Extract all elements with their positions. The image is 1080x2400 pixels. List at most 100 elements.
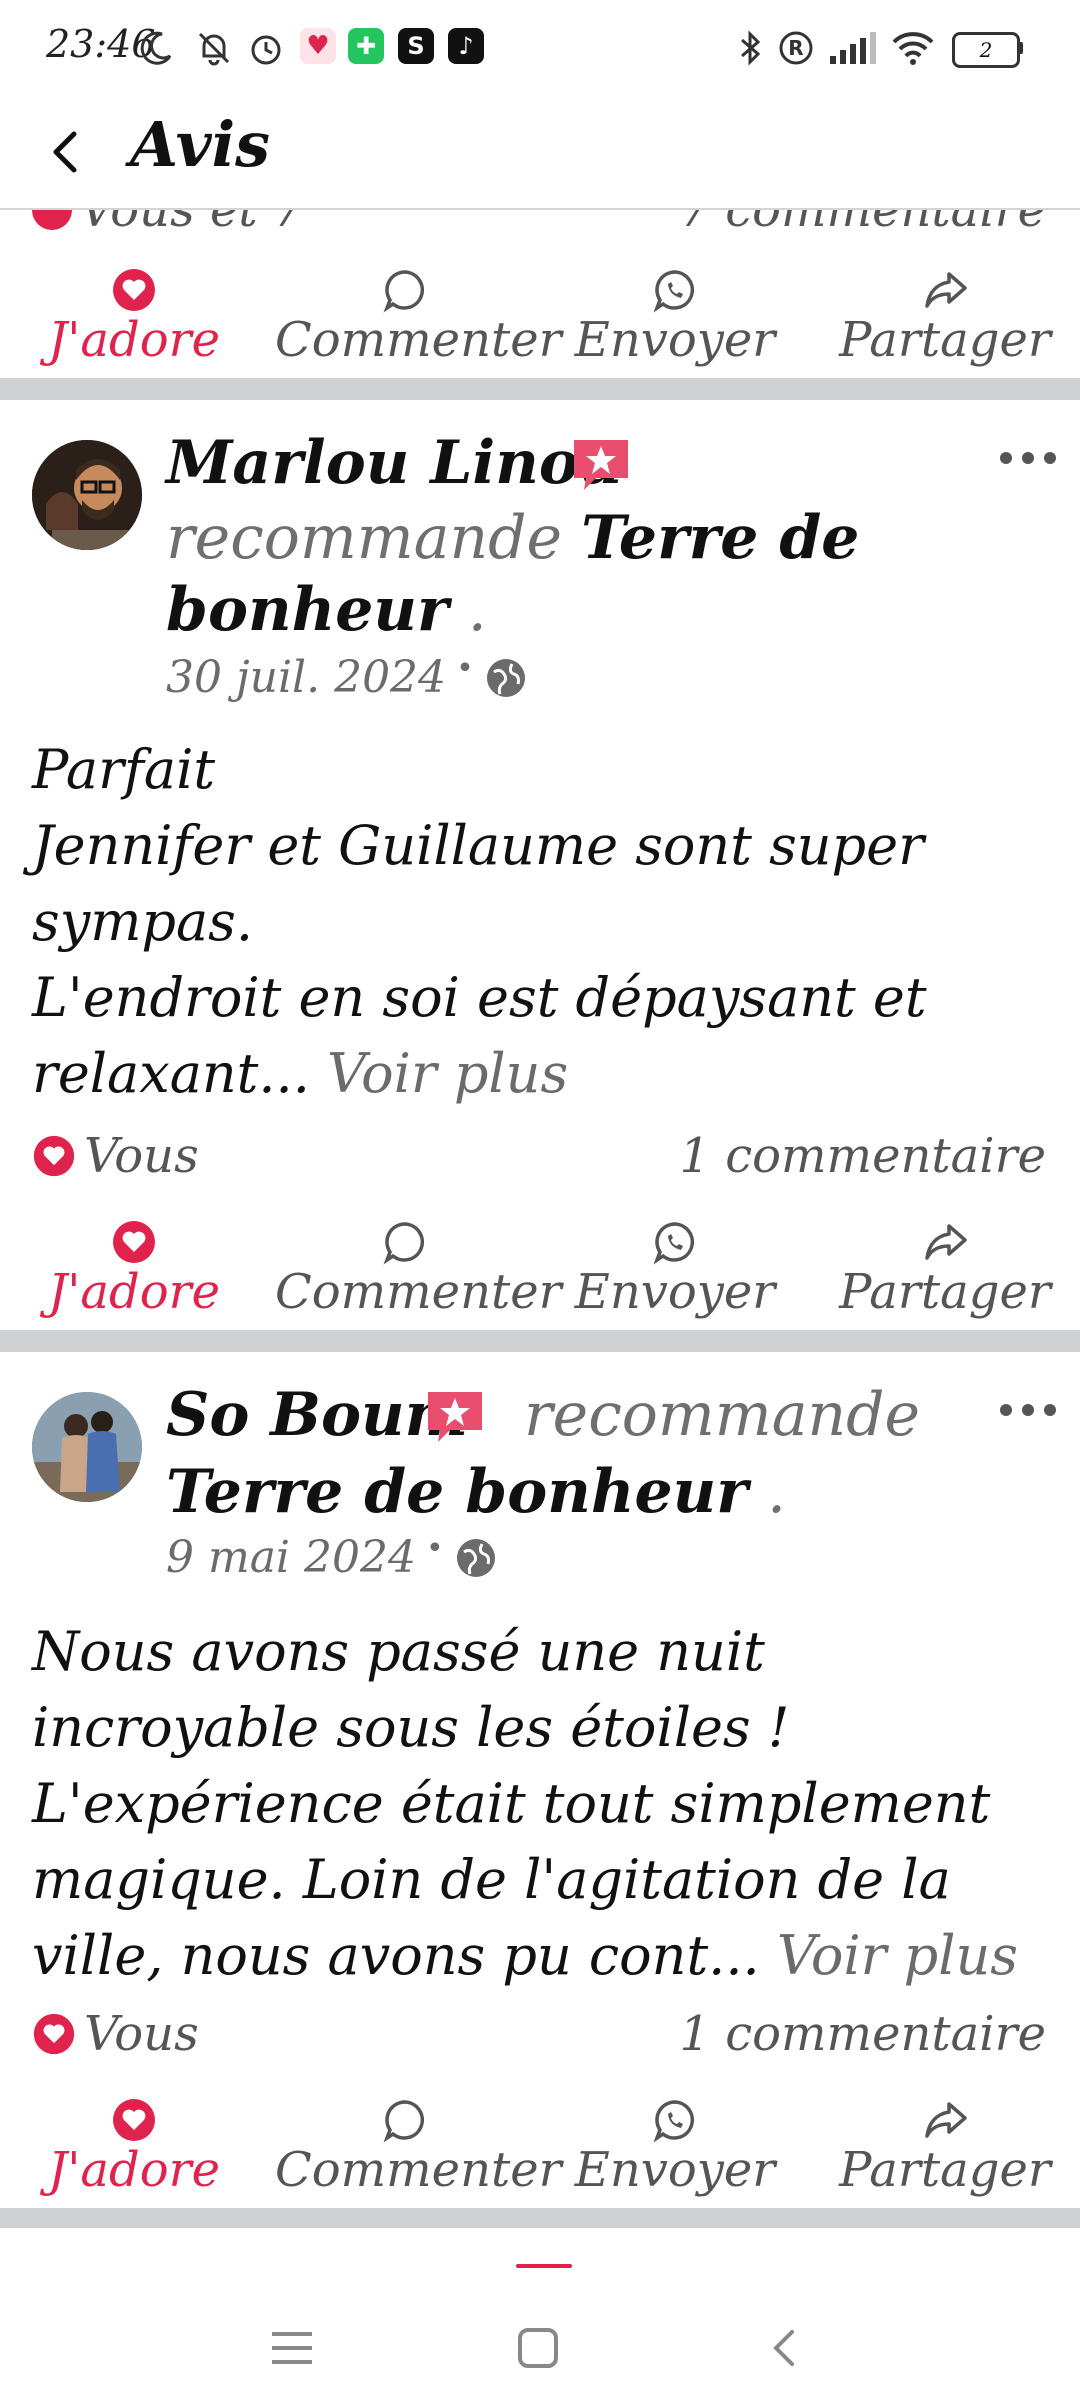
registered-icon: R	[779, 31, 813, 65]
bell-off-icon	[198, 32, 230, 66]
reactions-row[interactable]: Vous	[32, 2006, 199, 2062]
send-button[interactable]: Envoyer	[545, 2088, 805, 2208]
heart-icon	[113, 2099, 155, 2141]
heart-reaction-icon	[32, 210, 72, 230]
heart-reaction-icon	[33, 1135, 75, 1177]
more-options-icon[interactable]	[996, 1398, 1060, 1422]
globe-icon	[456, 1538, 495, 1577]
send-label: Envoyer	[574, 1264, 776, 1320]
share-arrow-icon	[925, 1224, 967, 1260]
reactions-row[interactable]: Vous	[32, 1128, 199, 1184]
post-author[interactable]: Marlou Linou	[166, 428, 622, 498]
post-meta: 30 juil. 2024 •	[166, 651, 528, 703]
recommend-badge-icon	[428, 1392, 482, 1442]
page-link[interactable]: Terre de	[581, 503, 859, 573]
reaction-summary: Vous	[84, 1128, 199, 1184]
globe-icon	[486, 658, 525, 697]
battery-tip	[1018, 42, 1023, 54]
system-nav-bar	[0, 2228, 1080, 2400]
svg-text:R: R	[788, 36, 803, 60]
post-line: L'endroit en soi est dépaysant et	[32, 966, 927, 1029]
recommend-verb: recommande	[524, 1380, 921, 1450]
action-bar: J'adore Commenter Envoyer Partager	[0, 2088, 1080, 2208]
share-label: Partager	[839, 312, 1051, 368]
post-line: ville, nous avons pu cont...	[32, 1924, 760, 1987]
battery-indicator: 2	[952, 32, 1020, 68]
share-arrow-icon	[925, 2102, 967, 2138]
whatsapp-icon	[653, 2100, 695, 2143]
headline-dot: .	[467, 575, 487, 645]
post-line: relaxant...	[32, 1042, 310, 1105]
health-app-icon: ♥	[300, 28, 336, 64]
love-button[interactable]: J'adore	[4, 1210, 264, 1330]
post-line: Nous avons passé une nuit	[32, 1620, 765, 1683]
page-link[interactable]: Terre de bonheur	[166, 1457, 748, 1527]
post-body: Nous avons passé une nuit incroyable sou…	[32, 1614, 1062, 1994]
post-meta: 9 mai 2024 •	[166, 1531, 498, 1583]
home-icon[interactable]	[516, 2326, 560, 2370]
scroll-indicator	[516, 2264, 572, 2268]
more-options-icon[interactable]	[996, 446, 1060, 470]
share-button[interactable]: Partager	[815, 258, 1075, 378]
heart-reaction-icon	[33, 2013, 75, 2055]
alarm-icon	[251, 35, 281, 65]
post-line: magique. Loin de l'agitation de la	[32, 1848, 951, 1911]
comment-bubble-icon	[383, 1222, 425, 1265]
status-bar: 23:46 ♥ ✚ S ♪ R 2	[0, 0, 1080, 96]
avatar[interactable]	[32, 440, 142, 550]
post-date[interactable]: 30 juil. 2024	[166, 652, 446, 703]
menu-icon[interactable]	[270, 2328, 314, 2368]
post-separator	[0, 378, 1080, 400]
comment-count[interactable]: 1 commentaire	[679, 2006, 1046, 2062]
send-button[interactable]: Envoyer	[545, 1210, 805, 1330]
post-date[interactable]: 9 mai 2024	[166, 1532, 416, 1583]
post-headline: Terre de bonheur .	[166, 1456, 786, 1528]
comment-bubble-icon	[383, 2100, 425, 2143]
heart-icon	[113, 1221, 155, 1263]
shield-app-icon: ✚	[348, 28, 384, 64]
recommend-badge-icon	[574, 440, 628, 490]
see-more-link[interactable]: Voir plus	[777, 1924, 1018, 1987]
post-line: Jennifer et Guillaume sont super	[32, 814, 924, 877]
meta-bullet: •	[456, 651, 474, 686]
share-button[interactable]: Partager	[815, 2088, 1075, 2208]
moon-icon	[140, 31, 172, 65]
comment-label: Commenter	[275, 312, 562, 368]
action-bar: J'adore Commenter Envoyer Partager	[0, 258, 1080, 378]
avatar-illustration	[32, 440, 142, 550]
comment-count[interactable]: 7 commentaire	[679, 210, 1046, 230]
see-more-link[interactable]: Voir plus	[327, 1042, 568, 1105]
wifi-icon	[892, 32, 934, 65]
avatar-photo	[32, 1392, 142, 1502]
post-line: sympas.	[32, 890, 254, 953]
avatar[interactable]	[32, 1392, 142, 1502]
love-button[interactable]: J'adore	[4, 258, 264, 378]
love-button[interactable]: J'adore	[4, 2088, 264, 2208]
comment-button[interactable]: Commenter	[275, 1210, 562, 1330]
send-label: Envoyer	[574, 2142, 776, 2198]
comment-count[interactable]: 1 commentaire	[679, 1128, 1046, 1184]
post-body: Parfait Jennifer et Guillaume sont super…	[32, 732, 1052, 1112]
page-link-cont[interactable]: bonheur	[166, 575, 449, 645]
post-headline: recommande Terre de bonheur .	[166, 502, 1026, 646]
whatsapp-icon	[653, 1222, 695, 1265]
love-label: J'adore	[47, 1264, 221, 1320]
comment-label: Commenter	[275, 1264, 562, 1320]
send-button[interactable]: Envoyer	[545, 258, 805, 378]
post-line: L'expérience était tout simplement	[32, 1772, 991, 1835]
post-separator	[0, 2208, 1080, 2230]
post-author[interactable]: So Boum	[166, 1380, 468, 1450]
s-app-icon: S	[398, 28, 434, 64]
love-label: J'adore	[47, 312, 221, 368]
back-nav-icon[interactable]	[764, 2326, 808, 2370]
comment-bubble-icon	[383, 270, 425, 313]
post-line: Parfait	[32, 738, 216, 801]
comment-label: Commenter	[275, 2142, 562, 2198]
share-button[interactable]: Partager	[815, 1210, 1075, 1330]
send-label: Envoyer	[574, 312, 776, 368]
back-arrow-icon[interactable]	[38, 122, 98, 182]
tiktok-icon: ♪	[448, 28, 484, 64]
comment-button[interactable]: Commenter	[275, 258, 562, 378]
comment-button[interactable]: Commenter	[275, 2088, 562, 2208]
meta-bullet: •	[425, 1531, 444, 1566]
